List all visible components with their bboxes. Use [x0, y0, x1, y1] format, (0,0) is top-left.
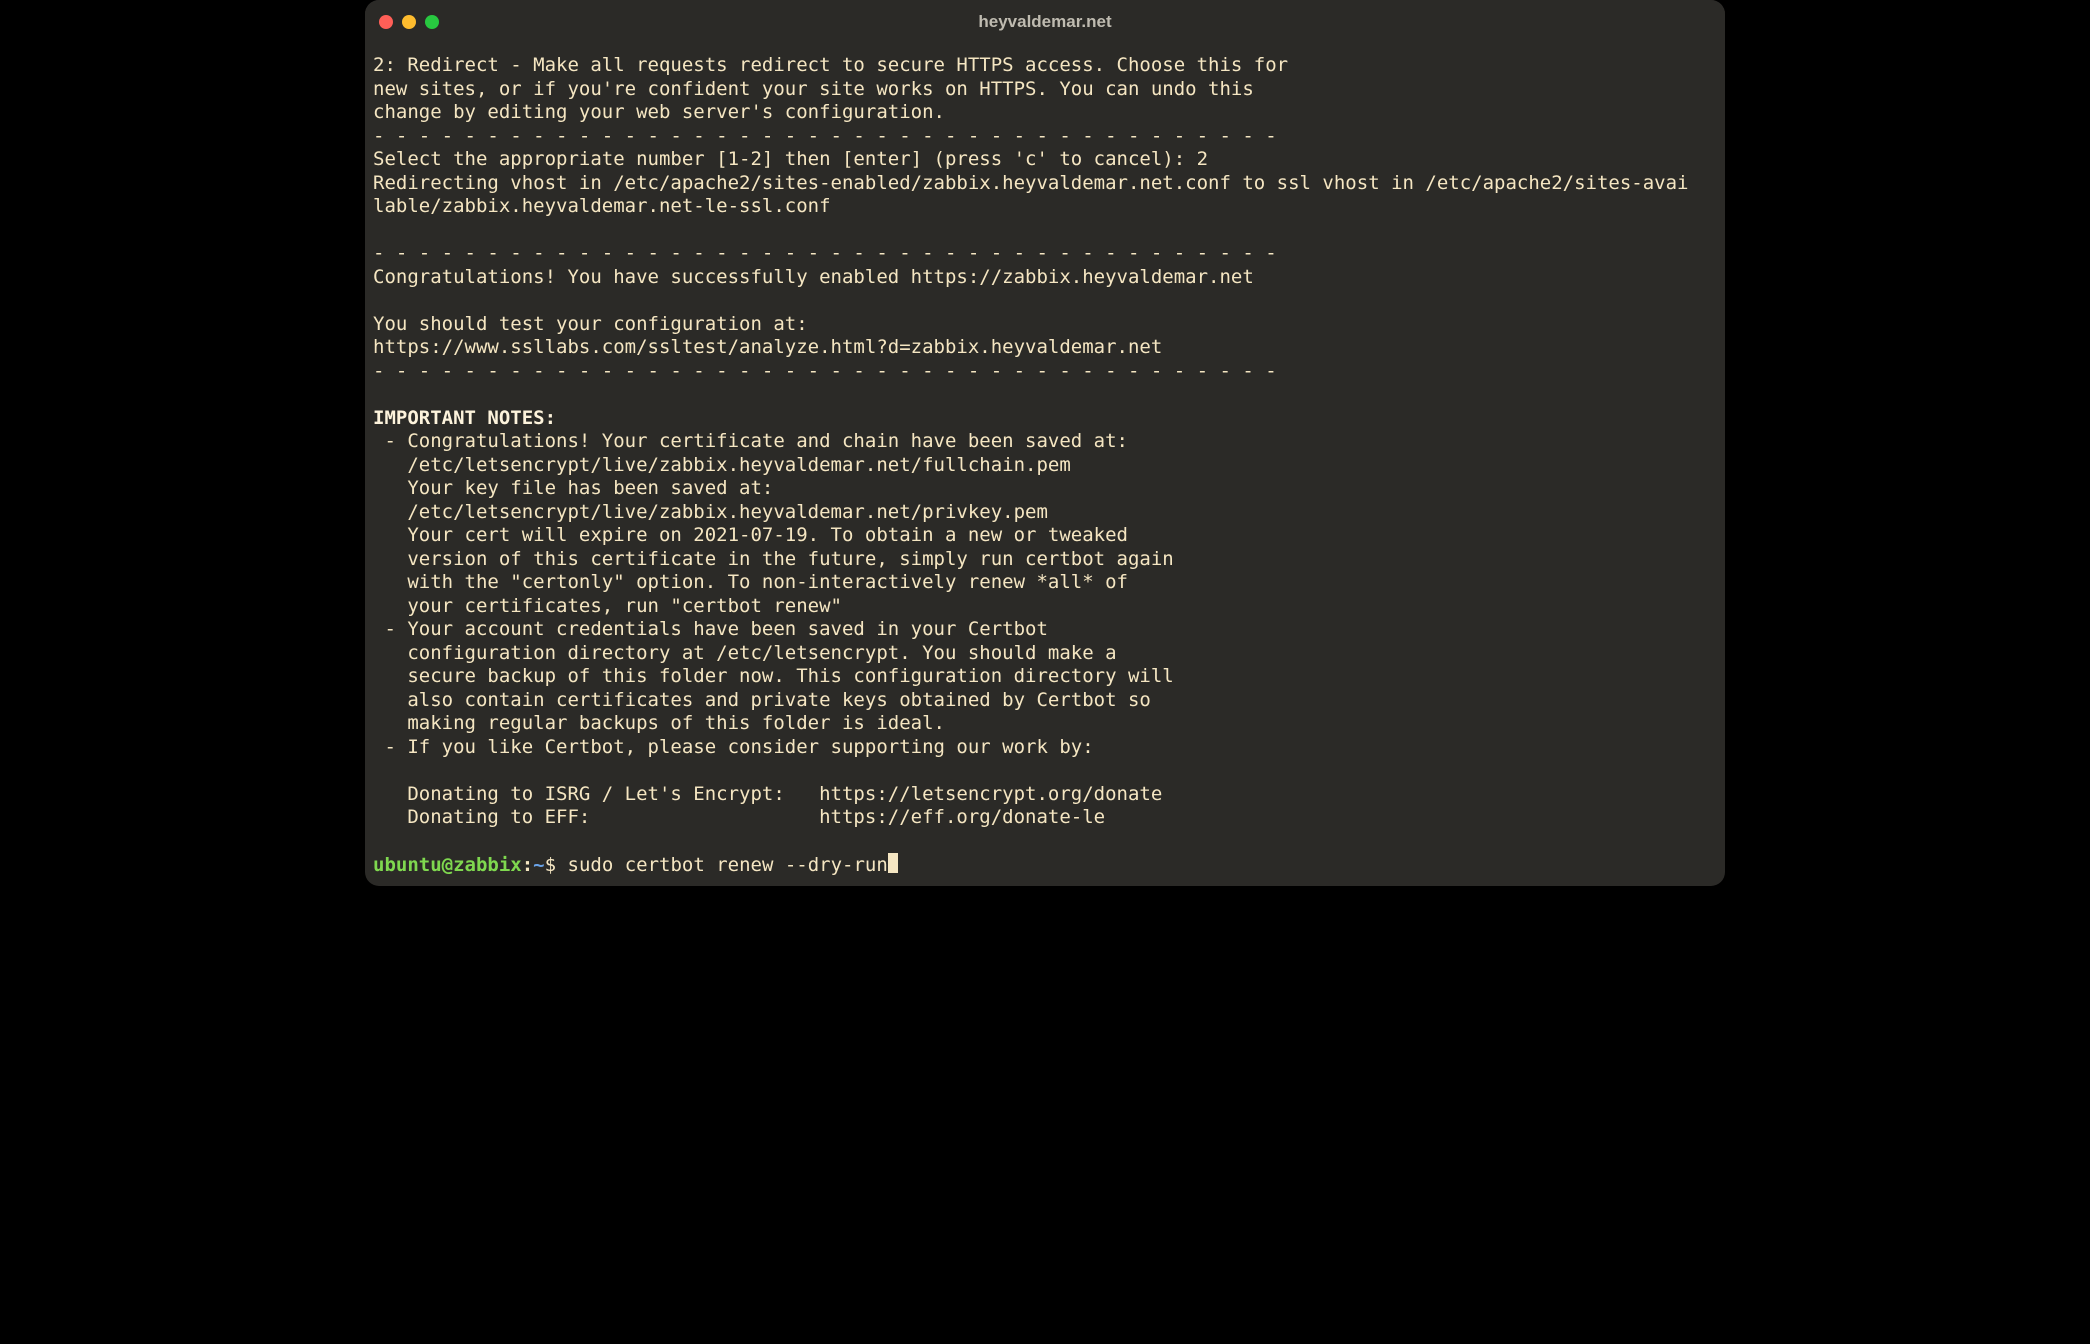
command-input[interactable]: sudo certbot renew --dry-run: [568, 854, 888, 876]
output-line: Donating to ISRG / Let's Encrypt: https:…: [373, 783, 1162, 805]
output-heading: IMPORTANT NOTES:: [373, 407, 556, 429]
output-line: with the "certonly" option. To non-inter…: [373, 571, 1128, 593]
output-line: also contain certificates and private ke…: [373, 689, 1151, 711]
output-line: new sites, or if you're confident your s…: [373, 78, 1254, 100]
close-icon[interactable]: [379, 15, 393, 29]
output-line: lable/zabbix.heyvaldemar.net-le-ssl.conf: [373, 195, 831, 217]
output-line: - If you like Certbot, please consider s…: [373, 736, 1094, 758]
prompt-path: ~: [533, 854, 544, 876]
output-line: version of this certificate in the futur…: [373, 548, 1174, 570]
output-line: configuration directory at /etc/letsencr…: [373, 642, 1117, 664]
output-line: - - - - - - - - - - - - - - - - - - - - …: [373, 242, 1277, 264]
prompt-userhost: ubuntu@zabbix: [373, 854, 522, 876]
output-line: Donating to EFF: https://eff.org/donate-…: [373, 806, 1105, 828]
output-line: - Your account credentials have been sav…: [373, 618, 1048, 640]
output-line: https://www.ssllabs.com/ssltest/analyze.…: [373, 336, 1162, 358]
prompt-dollar: $: [545, 854, 568, 876]
window-title: heyvaldemar.net: [365, 12, 1725, 32]
output-line: Select the appropriate number [1-2] then…: [373, 148, 1208, 170]
traffic-lights: [379, 15, 439, 29]
output-line: your certificates, run "certbot renew": [373, 595, 842, 617]
output-line: - Congratulations! Your certificate and …: [373, 430, 1128, 452]
output-line: - - - - - - - - - - - - - - - - - - - - …: [373, 360, 1277, 382]
prompt-colon: :: [522, 854, 533, 876]
output-line: Redirecting vhost in /etc/apache2/sites-…: [373, 172, 1688, 194]
terminal-body[interactable]: 2: Redirect - Make all requests redirect…: [365, 44, 1725, 886]
output-line: secure backup of this folder now. This c…: [373, 665, 1174, 687]
cursor-icon: [888, 853, 898, 873]
output-line: change by editing your web server's conf…: [373, 101, 945, 123]
output-line: You should test your configuration at:: [373, 313, 808, 335]
output-line: /etc/letsencrypt/live/zabbix.heyvaldemar…: [373, 454, 1071, 476]
output-line: - - - - - - - - - - - - - - - - - - - - …: [373, 125, 1277, 147]
output-line: Your cert will expire on 2021-07-19. To …: [373, 524, 1128, 546]
minimize-icon[interactable]: [402, 15, 416, 29]
output-line: /etc/letsencrypt/live/zabbix.heyvaldemar…: [373, 501, 1048, 523]
titlebar: heyvaldemar.net: [365, 0, 1725, 44]
zoom-icon[interactable]: [425, 15, 439, 29]
output-line: making regular backups of this folder is…: [373, 712, 945, 734]
terminal-window: heyvaldemar.net 2: Redirect - Make all r…: [365, 0, 1725, 886]
output-line: Your key file has been saved at:: [373, 477, 773, 499]
output-line: 2: Redirect - Make all requests redirect…: [373, 54, 1288, 76]
output-line: Congratulations! You have successfully e…: [373, 266, 1254, 288]
